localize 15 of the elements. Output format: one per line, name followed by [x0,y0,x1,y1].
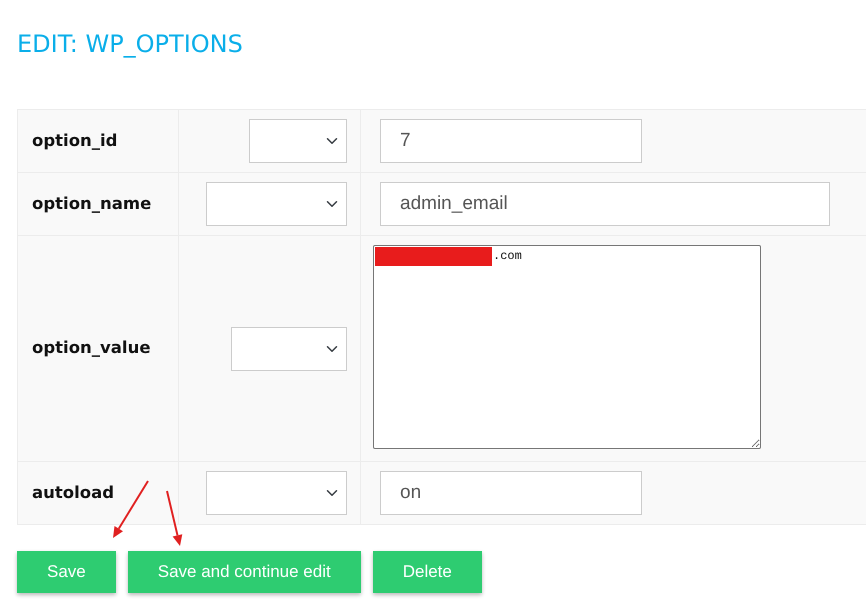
annotation-arrow [113,480,149,538]
dropdown-select[interactable] [249,119,347,163]
text-input[interactable]: on [380,471,642,515]
field-label: option_value [32,338,151,357]
dropdown-select[interactable] [206,471,347,515]
dropdown-select[interactable] [206,182,347,226]
annotation-arrow [166,490,182,546]
text-input[interactable]: 7 [380,119,642,163]
page-title: EDIT: WP_OPTIONS [17,30,243,58]
dropdown-select[interactable] [231,326,347,370]
field-label: option_name [32,194,152,212]
text-input[interactable]: admin_email [380,182,830,226]
textarea-field[interactable]: .com [373,245,761,449]
field-label: option_id [32,130,118,150]
field-label: autoload [32,482,114,502]
